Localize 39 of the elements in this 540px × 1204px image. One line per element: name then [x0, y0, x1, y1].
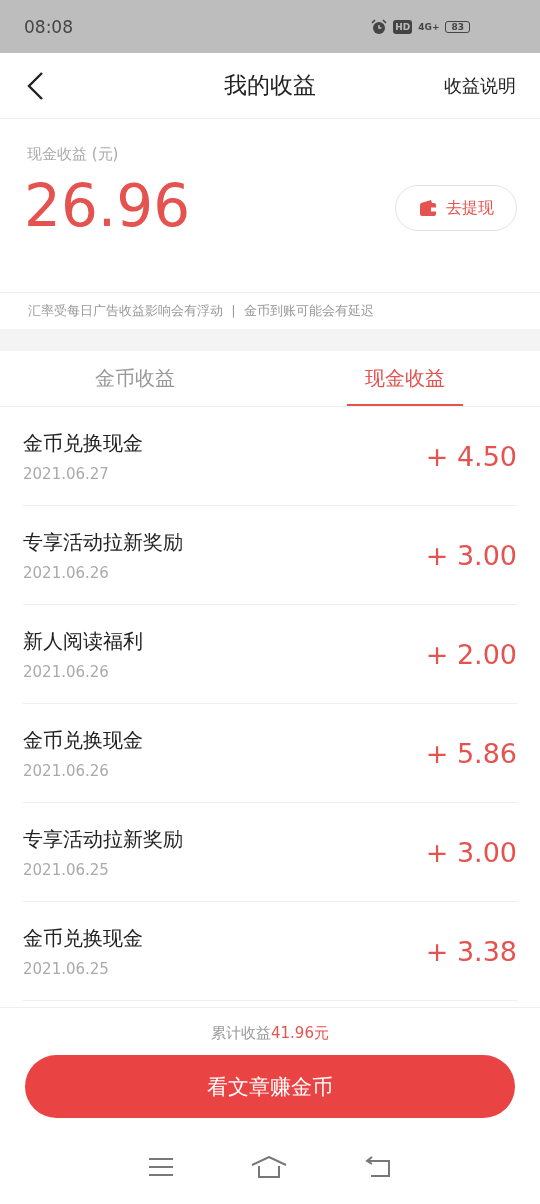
record-title: 专享活动拉新奖励 [23, 825, 183, 853]
read-articles-button[interactable]: 看文章赚金币 [25, 1055, 515, 1118]
record-title: 金币兑换现金 [23, 726, 143, 754]
menu-icon[interactable] [148, 1157, 175, 1177]
notice-text: 汇率受每日广告收益影响会有浮动 | 金币到账可能会有延迟 [27, 302, 375, 320]
record-title: 金币兑换现金 [23, 924, 143, 952]
withdraw-button[interactable]: 去提现 [395, 185, 517, 231]
total-amount: 41.96元 [271, 1024, 329, 1042]
record-title: 金币兑换现金 [23, 429, 143, 457]
record-date: 2021.06.26 [23, 563, 110, 582]
record-date: 2021.06.26 [23, 761, 110, 780]
earnings-info-link[interactable]: 收益说明 [444, 73, 516, 98]
record-amount: + 3.00 [425, 836, 517, 868]
hd-badge: HD [393, 19, 413, 34]
status-time: 08:08 [24, 16, 73, 37]
record-title: 新人阅读福利 [23, 627, 143, 655]
record-date: 2021.06.25 [23, 959, 110, 978]
record-amount: + 3.38 [425, 935, 517, 967]
wallet-icon [418, 198, 438, 218]
tab[interactable]: 现金收益 [270, 351, 540, 406]
tab[interactable]: 金币收益 [0, 351, 270, 406]
record-date: 2021.06.26 [23, 662, 110, 681]
record-amount: + 5.86 [425, 737, 517, 769]
total-label: 累计收益 [211, 1024, 271, 1042]
back-nav-icon[interactable] [363, 1156, 392, 1178]
record-title: 专享活动拉新奖励 [23, 528, 183, 556]
record-amount: + 3.00 [425, 539, 517, 571]
alarm-icon [371, 18, 388, 35]
record-date: 2021.06.25 [23, 860, 110, 879]
record-amount: + 4.50 [425, 440, 517, 472]
network-label: 4G+ [418, 21, 440, 32]
balance-amount: 26.96 [24, 172, 191, 242]
balance-label: 现金收益 (元) [27, 145, 120, 164]
record-amount: + 2.00 [425, 638, 517, 670]
home-icon[interactable] [251, 1156, 287, 1178]
back-icon[interactable] [26, 70, 44, 101]
record-date: 2021.06.27 [23, 464, 110, 483]
battery-indicator: 83 [445, 20, 470, 33]
page-title: 我的收益 [224, 71, 316, 100]
